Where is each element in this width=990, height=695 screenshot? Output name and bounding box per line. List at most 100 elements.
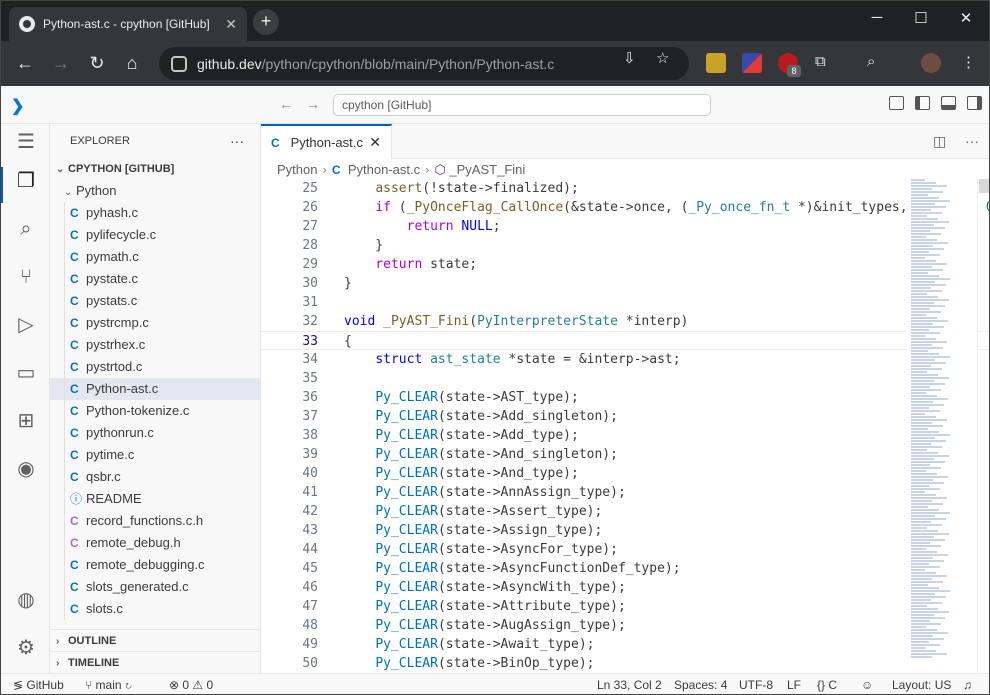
code-line[interactable]: 36 Py_CLEAR(state->AST_type); bbox=[261, 388, 989, 407]
site-info-icon[interactable] bbox=[171, 55, 187, 72]
end-of-line[interactable]: LF bbox=[787, 674, 801, 694]
bookmark-star-icon[interactable]: ☆ bbox=[656, 49, 669, 67]
file-item[interactable]: Cremote_debugging.c bbox=[50, 554, 260, 576]
breadcrumb-file[interactable]: Python-ast.c bbox=[348, 162, 420, 177]
scrollbar-thumb[interactable] bbox=[979, 179, 989, 193]
close-window-icon[interactable]: ✕ bbox=[954, 9, 978, 27]
breadcrumb-folder[interactable]: Python bbox=[277, 162, 317, 177]
toggle-panel-icon[interactable] bbox=[941, 96, 956, 110]
file-item[interactable]: C Python-ast.c bbox=[50, 378, 260, 400]
code-line[interactable]: 37 Py_CLEAR(state->Add_singleton); bbox=[261, 407, 989, 426]
file-item[interactable]: Cpytime.c bbox=[50, 444, 260, 466]
command-center[interactable]: cpython [GitHub] bbox=[333, 94, 711, 116]
code-line[interactable]: 43 Py_CLEAR(state->Assign_type); bbox=[261, 521, 989, 540]
code-line[interactable]: 38 Py_CLEAR(state->Add_type); bbox=[261, 426, 989, 445]
tab-search-icon[interactable]: ⌕ bbox=[867, 53, 875, 70]
file-item[interactable]: Cpystrhex.c bbox=[50, 334, 260, 356]
browser-menu-icon[interactable]: ⋮ bbox=[961, 53, 976, 71]
file-item[interactable]: Cpystrcmp.c bbox=[50, 312, 260, 334]
folder-python[interactable]: ⌄ Python bbox=[50, 180, 260, 202]
problems-status[interactable]: ⊗ 0 ⚠ 0 bbox=[169, 674, 213, 694]
code-line[interactable]: 39 Py_CLEAR(state->And_singleton); bbox=[261, 445, 989, 464]
extensions-puzzle-icon[interactable]: ⧉ bbox=[815, 53, 826, 70]
profile-avatar[interactable] bbox=[921, 53, 941, 73]
file-item[interactable]: Cpylifecycle.c bbox=[50, 224, 260, 246]
file-item[interactable]: C Python-tokenize.c bbox=[50, 400, 260, 422]
back-icon[interactable]: ← bbox=[13, 53, 37, 73]
indentation[interactable]: Spaces: 4 bbox=[674, 674, 727, 694]
code-line[interactable]: 35 bbox=[261, 369, 989, 388]
search-icon[interactable]: ⌕ bbox=[13, 216, 39, 242]
code-editor[interactable]: 25 assert(!state->finalized); 26 if (_PyO… bbox=[261, 179, 989, 673]
home-icon[interactable]: ⌂ bbox=[120, 53, 144, 73]
file-item[interactable]: Cpythonrun.c bbox=[50, 422, 260, 444]
code-line[interactable]: 32 void _PyAST_Fini(PyInterpreterState *i… bbox=[261, 312, 989, 331]
explorer-icon[interactable]: ❐ bbox=[13, 168, 39, 194]
customize-layout-icon[interactable] bbox=[889, 96, 904, 110]
code-line[interactable]: 45 Py_CLEAR(state->AsyncFunctionDef_type… bbox=[261, 559, 989, 578]
more-actions-icon[interactable]: ··· bbox=[965, 133, 979, 149]
file-item[interactable]: Cslots.c bbox=[50, 598, 260, 620]
editor-tab[interactable]: C Python-ast.c ✕ bbox=[261, 124, 392, 159]
menu-icon[interactable]: ☰ bbox=[13, 129, 39, 155]
maximize-icon[interactable]: ☐ bbox=[909, 9, 933, 27]
outline-section[interactable]: › OUTLINE bbox=[50, 629, 260, 651]
editor-scrollbar[interactable] bbox=[977, 179, 989, 673]
code-line[interactable]: 48 Py_CLEAR(state->AugAssign_type); bbox=[261, 616, 989, 635]
cursor-position[interactable]: Ln 33, Col 2 bbox=[597, 674, 662, 694]
reload-icon[interactable]: ↻ bbox=[85, 53, 109, 73]
file-item[interactable]: Cslots_generated.c bbox=[50, 576, 260, 598]
forward-icon[interactable]: → bbox=[49, 53, 73, 73]
timeline-section[interactable]: › TIMELINE bbox=[50, 651, 260, 673]
accounts-icon[interactable]: ◍ bbox=[13, 587, 39, 613]
code-line[interactable]: 44 Py_CLEAR(state->AsyncFor_type); bbox=[261, 540, 989, 559]
new-tab-button[interactable]: + bbox=[253, 9, 279, 35]
github-icon[interactable]: ◉ bbox=[13, 456, 39, 482]
browser-tab[interactable]: Python-ast.c - cpython [GitHub] ✕ bbox=[9, 7, 247, 41]
vscode-logo-icon[interactable]: ❯ bbox=[11, 96, 29, 115]
copilot-icon[interactable]: ☺ bbox=[861, 674, 873, 694]
toggle-secondary-sidebar-icon[interactable] bbox=[967, 96, 982, 110]
remote-explorer-icon[interactable]: ▭ bbox=[13, 360, 39, 386]
code-line[interactable]: 50 Py_CLEAR(state->BinOp_type); bbox=[261, 654, 989, 673]
settings-gear-icon[interactable]: ⚙ bbox=[13, 635, 39, 661]
file-item[interactable]: Cpyhash.c bbox=[50, 202, 260, 224]
code-line[interactable]: 42 Py_CLEAR(state->Assert_type); bbox=[261, 502, 989, 521]
code-line[interactable]: 29 return state; bbox=[261, 255, 989, 274]
file-item[interactable]: Crecord_functions.c.h bbox=[50, 510, 260, 532]
file-item[interactable]: Cpystats.c bbox=[50, 290, 260, 312]
extension-icon[interactable] bbox=[706, 53, 726, 73]
remote-indicator[interactable]: ≶ GitHub bbox=[1, 674, 75, 694]
code-line[interactable]: 34 struct ast_state *state = &interp->as… bbox=[261, 350, 989, 369]
language-mode[interactable]: {} C bbox=[817, 674, 837, 694]
file-item[interactable]: Cpystrtod.c bbox=[50, 356, 260, 378]
extensions-icon[interactable]: ⊞ bbox=[13, 408, 39, 434]
file-item[interactable]: Cremote_debug.h bbox=[50, 532, 260, 554]
more-actions-icon[interactable]: ··· bbox=[230, 124, 244, 158]
forward-icon[interactable]: → bbox=[306, 96, 320, 112]
code-line[interactable]: 27 return NULL; bbox=[261, 217, 989, 236]
file-item[interactable]: ⓘ README bbox=[50, 488, 260, 510]
split-editor-icon[interactable]: ◫ bbox=[933, 133, 946, 150]
repo-section[interactable]: ⌄ CPYTHON [GITHUB] bbox=[50, 158, 260, 180]
code-line[interactable]: 46 Py_CLEAR(state->AsyncWith_type); bbox=[261, 578, 989, 597]
toggle-sidebar-icon[interactable] bbox=[915, 96, 930, 110]
run-debug-icon[interactable]: ▷ bbox=[13, 312, 39, 338]
breadcrumb-symbol[interactable]: _PyAST_Fini bbox=[449, 162, 525, 177]
file-item[interactable]: Cpystate.c bbox=[50, 268, 260, 290]
code-line[interactable]: 30} bbox=[261, 274, 989, 293]
extension-icon[interactable] bbox=[742, 53, 762, 73]
close-icon[interactable]: ✕ bbox=[369, 126, 381, 159]
install-app-icon[interactable]: ⇩ bbox=[623, 49, 636, 67]
minimap[interactable] bbox=[907, 179, 977, 673]
code-line[interactable]: 33 { bbox=[261, 331, 989, 350]
back-icon[interactable]: ← bbox=[279, 96, 293, 112]
code-line[interactable]: 40 Py_CLEAR(state->And_type); bbox=[261, 464, 989, 483]
keyboard-layout[interactable]: Layout: US bbox=[892, 674, 951, 694]
code-line[interactable]: 49 Py_CLEAR(state->Await_type); bbox=[261, 635, 989, 654]
url-text[interactable]: github.dev/python/cpython/blob/main/Pyth… bbox=[197, 56, 554, 72]
encoding[interactable]: UTF-8 bbox=[739, 674, 773, 694]
source-control-icon[interactable]: ⑂ bbox=[13, 264, 39, 290]
file-item[interactable]: Cpymath.c bbox=[50, 246, 260, 268]
file-item[interactable]: Cqsbr.c bbox=[50, 466, 260, 488]
